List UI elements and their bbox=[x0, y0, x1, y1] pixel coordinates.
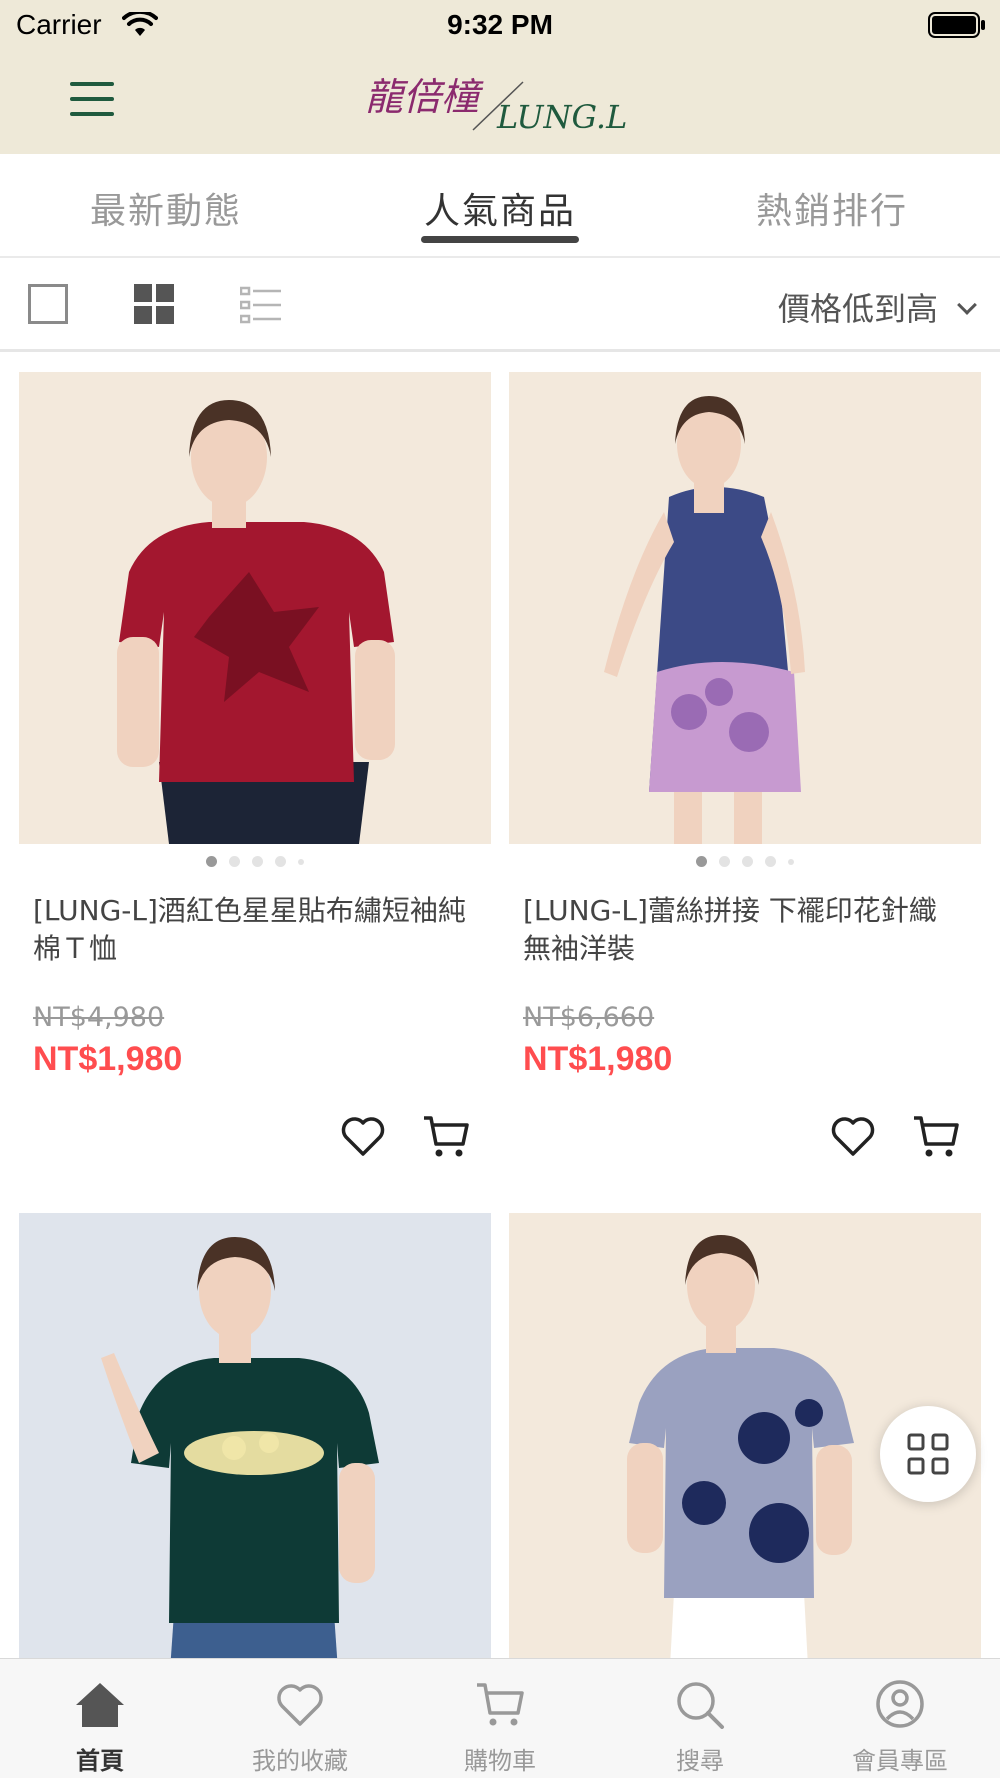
header: Carrier 9:32 PM 龍倍橦 LUNG.L bbox=[0, 0, 1000, 154]
grid-view-icon[interactable] bbox=[134, 284, 174, 324]
category-tabs: 最新動態 人氣商品 熱銷排行 bbox=[0, 154, 1000, 258]
list-view-icon[interactable] bbox=[240, 286, 282, 324]
nav-label: 搜尋 bbox=[676, 1747, 724, 1775]
search-icon bbox=[677, 1682, 724, 1729]
sale-price: NT$1,980 bbox=[33, 1040, 183, 1078]
hamburger-menu-button[interactable] bbox=[70, 82, 114, 120]
product-title[interactable]: [LUNG-L]酒紅色星星貼布繡短袖純棉Ｔ恤 bbox=[33, 892, 473, 968]
app-screen: Carrier 9:32 PM 龍倍橦 LUNG.L 最新動態 人氣商品 熱銷排 bbox=[0, 0, 1000, 1778]
sort-label: 價格低到高 bbox=[777, 290, 938, 328]
cart-icon[interactable] bbox=[911, 1112, 961, 1160]
active-tab-indicator bbox=[421, 236, 579, 243]
heart-icon[interactable] bbox=[829, 1112, 877, 1160]
product-image[interactable] bbox=[19, 372, 491, 844]
nav-home[interactable]: 首頁 bbox=[0, 1659, 200, 1778]
status-bar: Carrier 9:32 PM bbox=[0, 0, 1000, 50]
battery-icon bbox=[928, 12, 985, 38]
svg-text:LUNG.L: LUNG.L bbox=[496, 98, 627, 136]
nav-label: 我的收藏 bbox=[252, 1747, 348, 1775]
product-title[interactable]: [LUNG-L]蕾絲拼接 下襬印花針織無袖洋裝 bbox=[523, 892, 963, 968]
cart-icon bbox=[477, 1683, 524, 1726]
nav-favorites[interactable]: 我的收藏 bbox=[200, 1659, 400, 1778]
status-time: 9:32 PM bbox=[447, 9, 553, 40]
product-image[interactable] bbox=[19, 1213, 491, 1685]
nav-label: 首頁 bbox=[76, 1747, 124, 1775]
user-icon bbox=[876, 1680, 924, 1728]
image-carousel-dots bbox=[509, 852, 981, 872]
bottom-navigation: 首頁 我的收藏 購物車 搜尋 會員專區 bbox=[0, 1658, 1000, 1778]
image-carousel-dots bbox=[19, 852, 491, 872]
nav-member[interactable]: 會員專區 bbox=[800, 1659, 1000, 1778]
chevron-down-icon bbox=[957, 295, 977, 315]
floating-menu-button[interactable] bbox=[880, 1406, 976, 1502]
nav-label: 購物車 bbox=[464, 1747, 536, 1775]
grid-menu-icon bbox=[907, 1433, 949, 1475]
view-toolbar: 價格低到高 bbox=[0, 258, 1000, 352]
original-price: NT$4,980 bbox=[33, 1002, 165, 1033]
tab-best-selling[interactable]: 熱銷排行 bbox=[722, 182, 942, 234]
brand-logo: 龍倍橦 LUNG.L bbox=[365, 75, 627, 136]
cart-icon[interactable] bbox=[421, 1112, 471, 1160]
original-price: NT$6,660 bbox=[523, 1002, 655, 1033]
single-view-icon[interactable] bbox=[28, 284, 68, 324]
nav-cart[interactable]: 購物車 bbox=[400, 1659, 600, 1778]
nav-label: 會員專區 bbox=[852, 1747, 948, 1775]
sale-price: NT$1,980 bbox=[523, 1040, 673, 1078]
svg-text:龍倍橦: 龍倍橦 bbox=[365, 75, 484, 119]
product-image[interactable] bbox=[509, 372, 981, 844]
home-icon bbox=[76, 1683, 124, 1727]
heart-icon[interactable] bbox=[339, 1112, 387, 1160]
heart-icon bbox=[277, 1684, 323, 1726]
sort-dropdown[interactable]: 價格低到高 bbox=[777, 284, 977, 330]
nav-search[interactable]: 搜尋 bbox=[600, 1659, 800, 1778]
tab-popular[interactable]: 人氣商品 bbox=[390, 182, 610, 234]
tab-latest[interactable]: 最新動態 bbox=[56, 182, 276, 234]
